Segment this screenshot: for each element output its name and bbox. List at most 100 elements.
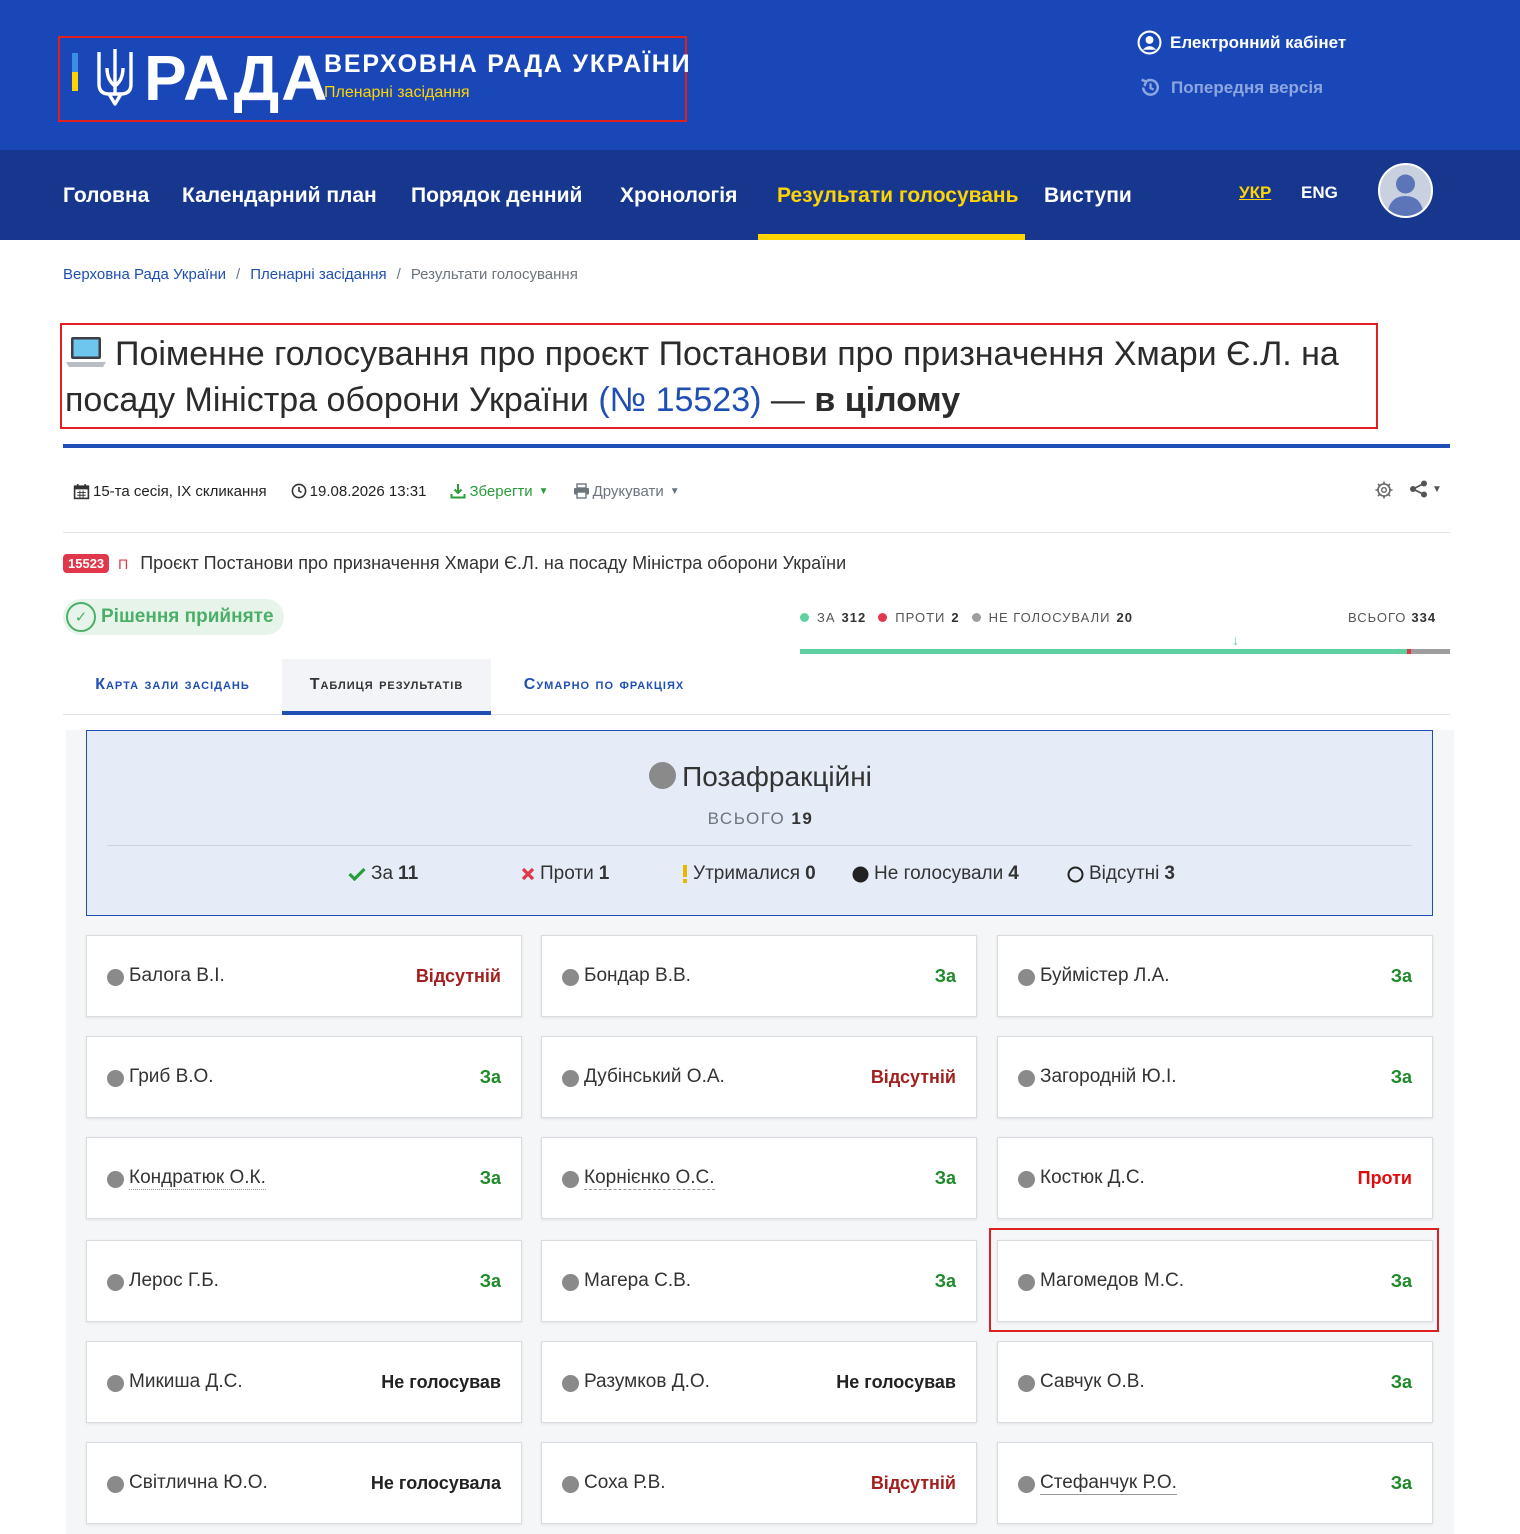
laptop-icon [66,337,106,367]
faction-dot-icon [562,1476,579,1493]
faction-divider [107,845,1412,846]
deputy-card[interactable]: Світлична Ю.О. Не голосувала [86,1442,522,1524]
stat-value: 0 [805,863,816,884]
site-logo-link[interactable]: РАДА ВЕРХОВНА РАДА УКРАЇНИ Пленарні засі… [58,36,690,122]
stat-label: Утрималися [693,863,801,884]
deputy-vote: Не голосував [836,1372,956,1392]
tab-by-factions[interactable]: Сумарно по фракціях [491,659,717,715]
electronic-cabinet-link[interactable]: Електронний кабінет [1137,30,1346,55]
lang-ukr[interactable]: УКР [1239,183,1271,203]
check-circle-icon: ✓ [66,602,96,632]
deputy-card[interactable]: Костюк Д.С. Проти [997,1137,1433,1219]
deputy-name: Балога В.І. [129,965,225,986]
deputy-card[interactable]: Кондратюк О.К. За [86,1137,522,1219]
deputy-name: Гриб В.О. [129,1066,214,1087]
nav-item-speeches[interactable]: Виступи [1044,150,1132,240]
tab-results-table[interactable]: Таблиця результатів [282,659,491,715]
against-dot-icon [878,613,888,622]
breadcrumb-item-rada[interactable]: Верховна Рада України [63,266,226,283]
deputy-card[interactable]: Дубінський О.А. Відсутній [541,1036,977,1118]
deputy-card-highlight [989,1228,1439,1332]
deputy-vote: За [934,1271,956,1291]
page-title-box: Поіменне голосування про проєкт Постанов… [60,323,1378,429]
deputy-card[interactable]: Савчук О.В. За [997,1341,1433,1423]
deputy-card[interactable]: Лерос Г.Б. За [86,1240,522,1322]
deputy-card[interactable]: Буймістер Л.А. За [997,935,1433,1017]
nav-item-home[interactable]: Головна [63,150,149,240]
lang-eng[interactable]: ENG [1301,183,1338,203]
tally-novote-value: 20 [1116,610,1133,625]
novote-dot-icon [971,613,981,622]
threshold-arrow-icon: ↓ [1232,632,1239,648]
session-info: 15-та сесія, IX скликання [73,483,267,500]
caret-down-icon: ▼ [1432,483,1442,495]
deputy-name: Дубінський О.А. [584,1066,725,1087]
deputy-name: Соха Р.В. [584,1472,666,1493]
faction-dot-icon [107,969,124,986]
nav-item-chronology[interactable]: Хронологія [620,150,737,240]
vote-bar-for [800,649,1407,654]
deputy-name: Магера С.В. [584,1270,692,1291]
nav-item-agenda[interactable]: Порядок денний [411,150,582,240]
deputy-card[interactable]: Микиша Д.С. Не голосував [86,1341,522,1423]
avatar-icon [1387,174,1424,216]
deputy-card[interactable]: Бондар В.В. За [541,935,977,1017]
deputy-vote: Відсутній [870,1067,956,1087]
caret-down-icon: ▼ [669,485,680,497]
deputy-card[interactable]: Гриб В.О. За [86,1036,522,1118]
main-nav: Головна Календарний план Порядок денний … [0,150,1520,240]
session-text: 15-та сесія, IX скликання [93,482,267,500]
user-avatar[interactable] [1378,163,1433,218]
stat-value: 4 [1008,863,1019,884]
deputy-vote: За [479,1271,501,1291]
deputy-card[interactable]: Корнієнко О.С. За [541,1137,977,1219]
breadcrumb-separator: / [396,266,401,283]
deputy-vote: За [1390,1372,1412,1392]
breadcrumb-item-plenary[interactable]: Пленарні засідання [250,266,386,283]
deputy-card[interactable]: Стефанчук Р.О. За [997,1442,1433,1524]
faction-dot-icon [107,1070,124,1087]
org-subtitle: Пленарні засідання [324,84,470,101]
bill-title[interactable]: Проєкт Постанови про призначення Хмари Є… [140,553,846,574]
settings-gear-icon[interactable] [1374,480,1394,500]
deputy-card[interactable]: Разумков Д.О. Не голосував [541,1341,977,1423]
share-dropdown[interactable]: ▼ [1409,480,1442,498]
toolbar: 15-та сесія, IX скликання 19.08.2026 13:… [73,480,704,502]
breadcrumb-item-current: Результати голосування [410,266,578,283]
org-name: ВЕРХОВНА РАДА УКРАЇНИ [324,50,692,78]
title-bill-number-link[interactable]: (№ 15523) [598,381,761,419]
deputy-name: Савчук О.В. [1040,1371,1145,1392]
previous-version-link[interactable]: Попередня версія [1138,75,1323,100]
bill-number-badge[interactable]: 15523 [63,554,110,573]
exclamation-icon [683,865,687,883]
deputy-name: Разумков Д.О. [584,1371,710,1392]
faction-stat-for: За 11 [348,863,418,885]
deputy-name: Костюк Д.С. [1040,1167,1145,1188]
faction-stat-against: Проти 1 [521,863,609,885]
deputy-vote: Не голосувала [370,1473,501,1493]
save-dropdown[interactable]: Зберегти ▼ [450,483,549,500]
deputy-card[interactable]: Балога В.І. Відсутній [86,935,522,1017]
faction-total-value: 19 [791,809,814,828]
print-dropdown[interactable]: Друкувати ▼ [573,483,680,500]
deputy-card[interactable]: Соха Р.В. Відсутній [541,1442,977,1524]
deputy-name: Лерос Г.Б. [129,1270,219,1291]
check-icon [348,867,366,881]
nav-item-voting-results[interactable]: Результати голосувань [777,150,1019,240]
nav-item-calendar[interactable]: Календарний план [182,150,377,240]
faction-dot-icon [1018,1171,1035,1188]
decision-text: Рішення прийняте [101,606,274,627]
deputy-card[interactable]: Магера С.В. За [541,1240,977,1322]
stat-value: 11 [398,863,419,884]
deputy-vote: За [479,1168,501,1188]
printer-icon [573,483,589,499]
empty-circle-icon [1067,866,1084,882]
faction-dot-icon [562,1070,579,1087]
decision-badge: ✓ Рішення прийняте [63,599,284,635]
site-header: РАДА ВЕРХОВНА РАДА УКРАЇНИ Пленарні засі… [0,0,1520,150]
stat-label: За [371,863,394,884]
deputy-card[interactable]: Загородній Ю.І. За [997,1036,1433,1118]
tab-hall-map[interactable]: Карта зали засідань [63,659,282,715]
filled-circle-icon [852,866,869,882]
results-tabs: Карта зали засідань Таблиця результатів … [63,659,1450,715]
